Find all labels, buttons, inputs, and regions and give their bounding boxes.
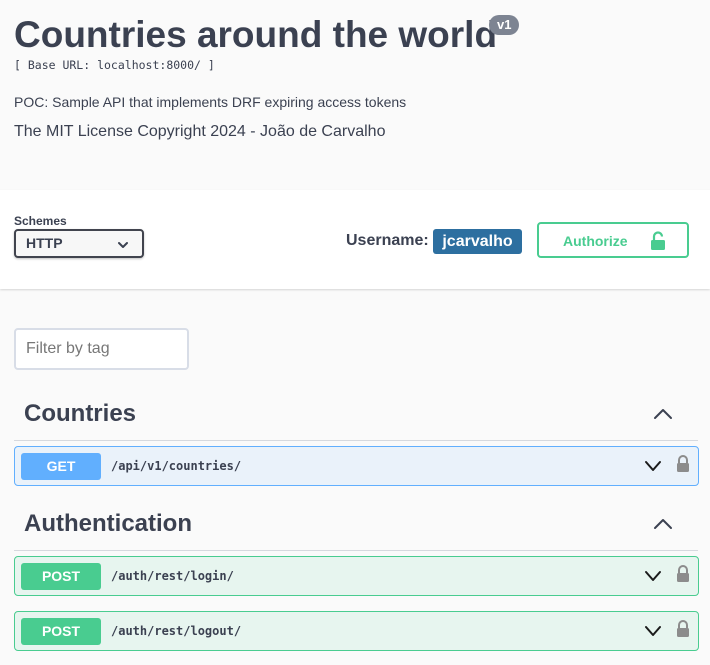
- chevron-down-icon[interactable]: [644, 570, 662, 582]
- method-badge: POST: [21, 563, 101, 590]
- api-description: POC: Sample API that implements DRF expi…: [14, 94, 407, 110]
- operation-get-countries[interactable]: GET /api/v1/countries/: [14, 446, 699, 486]
- username-label: Username:: [346, 232, 429, 249]
- authorize-button[interactable]: Authorize: [537, 222, 689, 258]
- operation-path: /auth/rest/logout/: [111, 624, 242, 638]
- version-badge: v1: [489, 15, 520, 35]
- lock-icon[interactable]: [676, 455, 690, 473]
- operation-post-login[interactable]: POST /auth/rest/login/: [14, 556, 699, 596]
- scheme-bar: Schemes HTTP Username: jcarvalho Authori…: [0, 190, 710, 289]
- schemes-label: Schemes: [14, 214, 67, 228]
- api-info: Countries around the world v1 [ Base URL…: [0, 0, 710, 190]
- base-url: [ Base URL: localhost:8000/ ]: [14, 58, 215, 72]
- unlock-icon: [651, 231, 665, 250]
- page-title: Countries around the world: [14, 14, 498, 55]
- schemes-select-value: HTTP: [26, 235, 63, 251]
- authorize-label: Authorize: [563, 233, 628, 249]
- operation-post-logout[interactable]: POST /auth/rest/logout/: [14, 611, 699, 651]
- chevron-down-icon[interactable]: [644, 460, 662, 472]
- operation-path: /auth/rest/login/: [111, 569, 234, 583]
- schemes-select[interactable]: HTTP: [14, 229, 144, 258]
- filter-by-tag-input[interactable]: [14, 328, 189, 370]
- method-badge: POST: [21, 618, 101, 645]
- lock-icon[interactable]: [676, 565, 690, 583]
- tag-title-authentication[interactable]: Authentication: [24, 510, 192, 538]
- username-badge: jcarvalho: [433, 229, 522, 254]
- operation-path: /api/v1/countries/: [111, 459, 242, 473]
- chevron-down-icon[interactable]: [644, 625, 662, 637]
- lock-icon[interactable]: [676, 620, 690, 638]
- tag-divider: [14, 550, 698, 551]
- license-text: The MIT License Copyright 2024 - João de…: [14, 123, 386, 140]
- chevron-down-icon: [118, 242, 128, 248]
- chevron-up-icon[interactable]: [653, 408, 673, 420]
- tag-title-countries[interactable]: Countries: [24, 400, 136, 428]
- method-badge: GET: [21, 453, 101, 480]
- tag-divider: [14, 440, 698, 441]
- chevron-up-icon[interactable]: [653, 518, 673, 530]
